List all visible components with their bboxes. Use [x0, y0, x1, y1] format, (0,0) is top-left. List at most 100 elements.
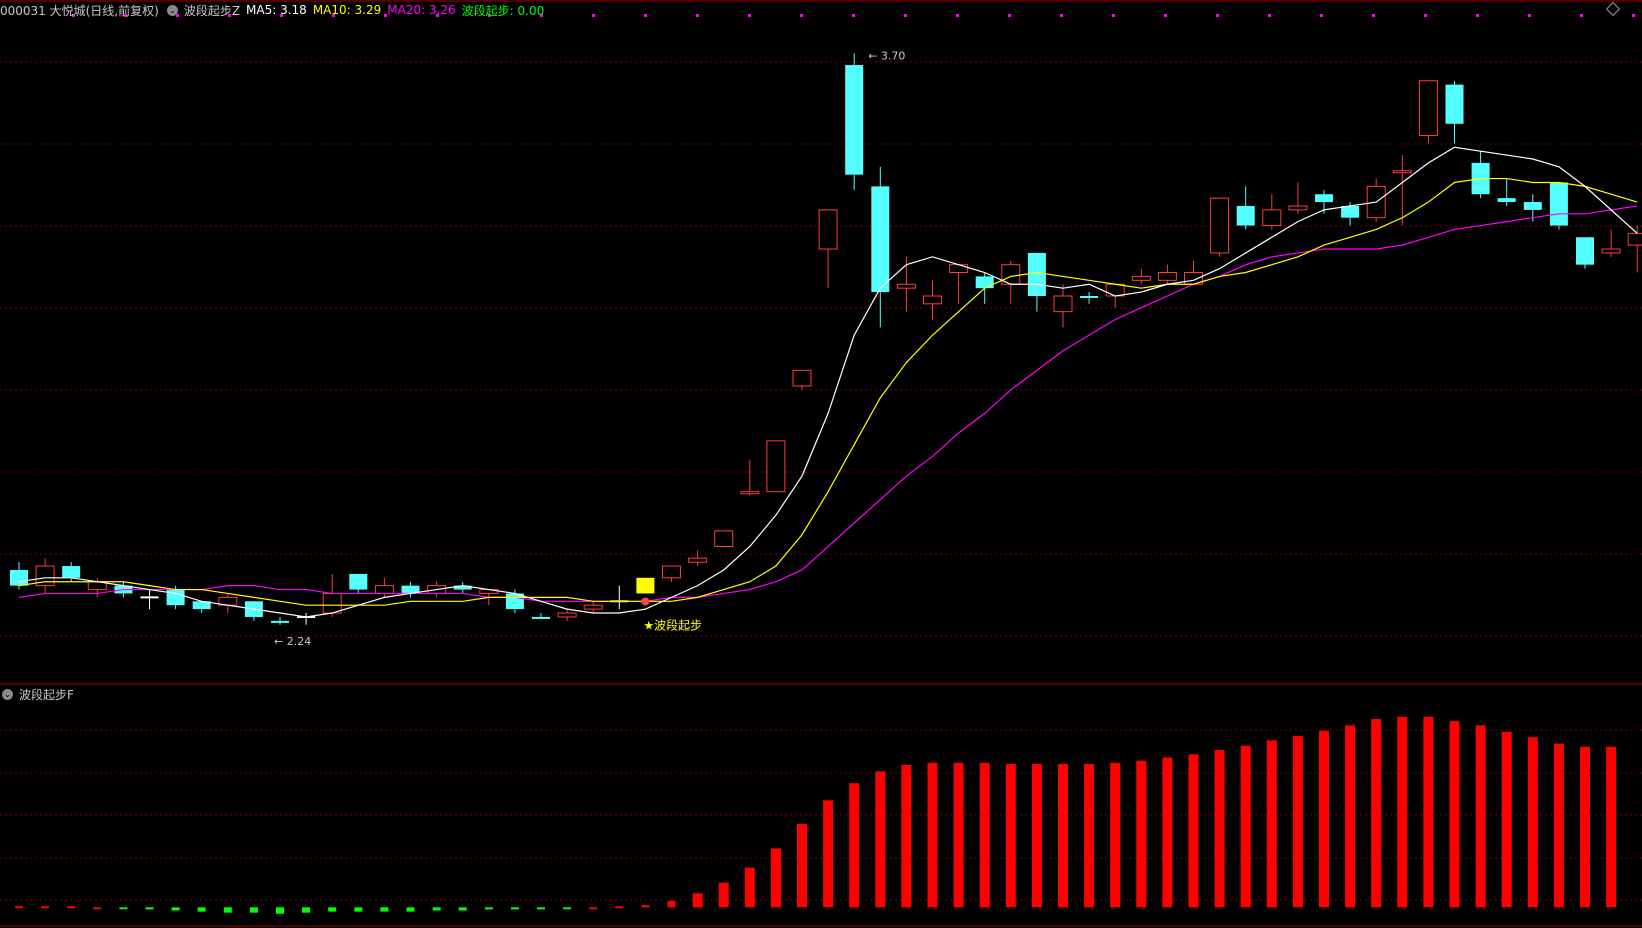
signal-bar	[1580, 746, 1590, 908]
signal-bar	[1031, 763, 1042, 908]
signal-bar	[615, 906, 624, 909]
candle-body	[975, 276, 994, 289]
marker-dot	[1164, 14, 1167, 17]
candle-body	[688, 557, 708, 563]
candle-body	[1027, 252, 1046, 296]
candle-body	[636, 577, 655, 594]
indicator-name[interactable]: 波段起步Z	[184, 2, 240, 19]
marker-dot	[956, 14, 959, 17]
signal-bar	[1110, 762, 1121, 908]
signal-bar	[901, 764, 912, 908]
candle-body	[1627, 232, 1642, 246]
marker-dot	[644, 14, 647, 17]
candle-body	[1418, 80, 1438, 137]
candle-body	[1262, 209, 1282, 227]
candle-body	[949, 264, 969, 274]
signal-bar	[744, 867, 755, 908]
signal-bar	[1188, 754, 1199, 908]
marker-dot	[1060, 14, 1063, 17]
main-chart[interactable]: ← 3.70 ← 2.24 ★波段起步	[0, 0, 1642, 928]
signal-bar	[484, 907, 493, 910]
signal-bar	[979, 762, 990, 908]
signal-bar	[875, 771, 886, 908]
sub-indicator-menu-icon[interactable]: ⌄	[2, 688, 13, 700]
candle-body	[1392, 170, 1412, 174]
signal-bar	[1606, 746, 1617, 908]
signal-bar	[667, 900, 676, 908]
signal-bar	[1292, 736, 1303, 908]
signal-bar	[41, 906, 50, 909]
candle-body	[792, 369, 812, 387]
signal-marker-icon	[641, 597, 650, 606]
marker-dot	[1268, 14, 1271, 17]
signal-bar	[276, 907, 284, 914]
low-price-label: ← 2.24	[274, 635, 311, 648]
candle-body	[1601, 248, 1621, 254]
candle-body	[1053, 295, 1073, 313]
candle-body	[871, 186, 890, 293]
signal-bar	[849, 783, 860, 908]
marker-dot	[1372, 14, 1375, 17]
signal-value: 波段起步: 0.00	[461, 3, 545, 18]
signal-bar	[1084, 763, 1095, 908]
candle-body	[166, 589, 185, 606]
signal-bar	[589, 907, 598, 910]
signal-bar	[718, 882, 729, 908]
candle-body	[1157, 272, 1177, 281]
signal-bar	[510, 907, 519, 910]
signal-bar	[1005, 763, 1016, 908]
marker-dot	[1528, 14, 1531, 17]
candle-body	[1576, 237, 1594, 265]
signal-label: ★波段起步	[643, 617, 702, 632]
candle-body	[1497, 198, 1516, 203]
marker-dot	[696, 14, 699, 17]
main-header: 000031 大悦城(日线,前复权) ⌄ 波段起步Z MA5: 3.18 MA1…	[0, 0, 550, 20]
candle-body	[557, 612, 577, 618]
marker-dot	[852, 14, 855, 17]
high-price-label: ← 3.70	[868, 49, 905, 62]
signal-bar	[93, 907, 102, 910]
candle-body	[1236, 205, 1255, 226]
marker-dot	[1008, 14, 1011, 17]
signal-bar	[302, 907, 311, 913]
marker-dot	[1632, 14, 1635, 17]
candle-body	[1315, 194, 1333, 203]
candle-body	[62, 566, 81, 578]
signal-bar	[458, 907, 467, 911]
candle-body	[662, 565, 681, 579]
marker-dot	[1580, 14, 1583, 17]
signal-bar	[1345, 725, 1356, 908]
signal-bar	[406, 907, 415, 912]
marker-dot	[748, 14, 751, 17]
candle-body	[532, 616, 550, 619]
candle-body	[818, 209, 838, 250]
signal-bar	[1058, 763, 1068, 908]
signal-bar	[1423, 716, 1434, 908]
candle-body	[322, 592, 342, 614]
signal-bar	[1475, 725, 1486, 908]
marker-dot	[1320, 14, 1323, 17]
marker-dot	[800, 14, 803, 17]
signal-bar	[1214, 750, 1225, 908]
candle-body	[1080, 295, 1099, 298]
candle-body	[271, 620, 289, 623]
indicator-menu-icon[interactable]: ⌄	[166, 4, 178, 16]
candle-body	[923, 295, 942, 305]
signal-bar	[380, 907, 389, 912]
signal-bar	[1319, 730, 1329, 908]
sub-indicator-title[interactable]: 波段起步F	[19, 686, 74, 703]
signal-bar	[1501, 731, 1512, 908]
signal-bar	[927, 762, 938, 908]
candle-body	[1341, 205, 1360, 218]
signal-bar	[354, 907, 363, 912]
candle-body	[845, 65, 864, 175]
signal-bar	[1371, 718, 1382, 908]
signal-bar	[1266, 740, 1277, 908]
signal-bar	[953, 762, 964, 908]
signal-bar	[1136, 760, 1147, 908]
candle-body	[1445, 84, 1464, 124]
signal-bar	[1553, 743, 1564, 908]
marker-dot	[1112, 14, 1115, 17]
chart-root: ← 3.70 ← 2.24 ★波段起步 000031 大悦城(日线,前复权) ⌄ 波…	[0, 0, 1642, 928]
candle-body	[1210, 197, 1230, 254]
